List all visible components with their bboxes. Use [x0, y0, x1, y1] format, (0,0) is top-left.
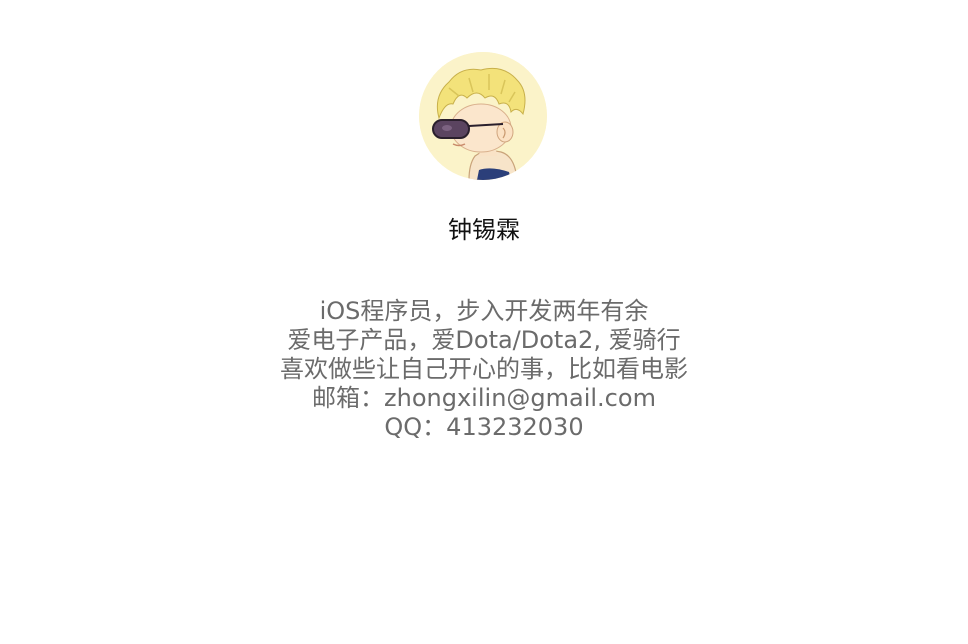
bio-line-hobbies: 爱电子产品，爱Dota/Dota2, 爱骑行: [287, 326, 681, 354]
profile-bio: iOS程序员，步入开发两年有余 爱电子产品，爱Dota/Dota2, 爱骑行 喜…: [0, 297, 968, 442]
avatar-cartoon-image: [419, 52, 547, 180]
bio-line-qq: QQ：413232030: [384, 413, 584, 441]
bio-line-occupation: iOS程序员，步入开发两年有余: [319, 297, 649, 325]
bio-line-email: 邮箱：zhongxilin@gmail.com: [312, 384, 656, 412]
profile-card: 钟锡霖 iOS程序员，步入开发两年有余 爱电子产品，爱Dota/Dota2, 爱…: [0, 0, 968, 644]
bio-line-interests: 喜欢做些让自己开心的事，比如看电影: [280, 355, 688, 383]
avatar: [419, 52, 547, 180]
profile-name: 钟锡霖: [448, 216, 520, 244]
